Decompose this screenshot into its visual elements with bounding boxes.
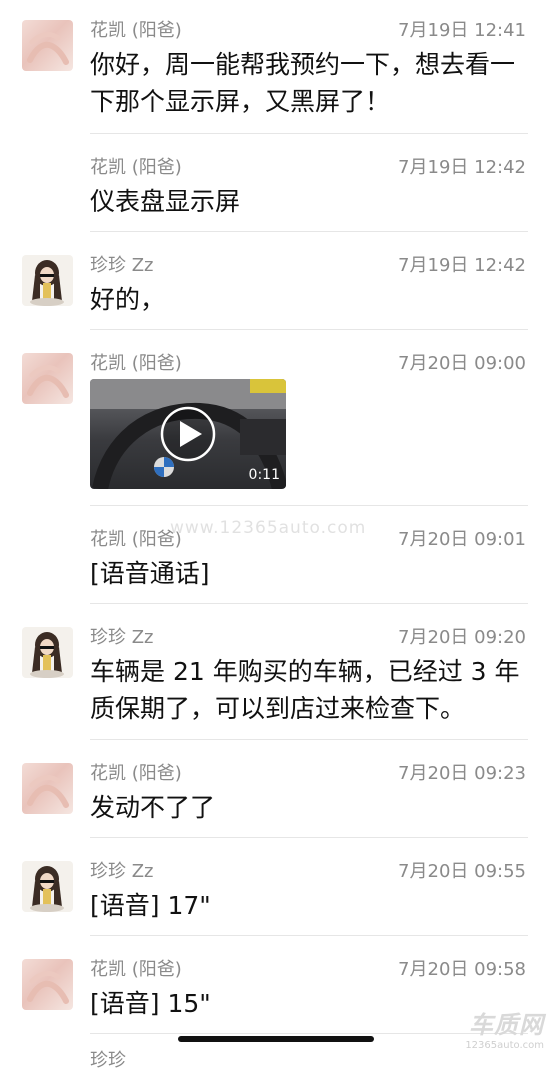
voice-message[interactable]: [语音] 15" (90, 985, 520, 1022)
avatar-hand[interactable] (22, 763, 73, 814)
avatar-hand[interactable] (22, 353, 73, 404)
divider (90, 935, 528, 936)
divider (90, 1033, 528, 1034)
logo-name: 车质网 (469, 1011, 544, 1039)
message-text: 车辆是 21 年购买的车辆，已经过 3 年质保期了，可以到店过来检查下。 (90, 657, 520, 723)
message-text: 你好，周一能帮我预约一下，想去看一下那个显示屏，又黑屏了！ (90, 50, 516, 116)
sender-name: 珍珍 Zz (90, 255, 154, 276)
avatar-girl[interactable] (22, 861, 73, 912)
video-duration: 0:11 (248, 467, 280, 483)
message-text: 好的， (90, 285, 166, 314)
divider (90, 231, 528, 232)
sender-name-partial: 珍珍 (90, 1050, 126, 1071)
message-time: 7月19日 12:41 (398, 20, 526, 41)
divider (90, 603, 528, 604)
message-text: 仪表盘显示屏 (90, 187, 241, 216)
avatar-hand[interactable] (22, 20, 73, 71)
divider (90, 329, 528, 330)
message-time: 7月20日 09:55 (398, 861, 526, 882)
sender-name: 花凯 (阳爸) (90, 763, 182, 784)
sender-name: 花凯 (阳爸) (90, 20, 182, 41)
message-time: 7月19日 12:42 (398, 255, 526, 276)
avatar-hand[interactable] (22, 959, 73, 1010)
avatar-girl[interactable] (22, 255, 73, 306)
message-time: 7月20日 09:58 (398, 959, 526, 980)
sender-name: 花凯 (阳爸) (90, 353, 182, 374)
play-icon[interactable] (160, 406, 216, 462)
message-time: 7月20日 09:00 (398, 353, 526, 374)
avatar-girl[interactable] (22, 627, 73, 678)
divider (90, 837, 528, 838)
watermark: www.12365auto.com (170, 518, 367, 538)
video-thumbnail[interactable]: 0:11 (90, 379, 286, 489)
message-time: 7月20日 09:01 (398, 529, 526, 550)
sender-name: 花凯 (阳爸) (90, 529, 182, 550)
divider (90, 739, 528, 740)
divider (90, 505, 528, 506)
message-text[interactable]: [语音通话] (90, 555, 520, 592)
logo-url: 12365auto.com (465, 1040, 544, 1051)
message-time: 7月20日 09:20 (398, 627, 526, 648)
message-time: 7月20日 09:23 (398, 763, 526, 784)
sender-name: 珍珍 Zz (90, 861, 154, 882)
home-indicator[interactable] (178, 1036, 374, 1042)
sender-name: 花凯 (阳爸) (90, 157, 182, 178)
sender-name: 珍珍 Zz (90, 627, 154, 648)
divider (90, 133, 528, 134)
watermark-logo: 车质网 12365auto.com (465, 1005, 544, 1051)
message-text: 发动不了了 (90, 793, 216, 822)
sender-name: 花凯 (阳爸) (90, 959, 182, 980)
message-time: 7月19日 12:42 (398, 157, 526, 178)
voice-message[interactable]: [语音] 17" (90, 887, 520, 924)
